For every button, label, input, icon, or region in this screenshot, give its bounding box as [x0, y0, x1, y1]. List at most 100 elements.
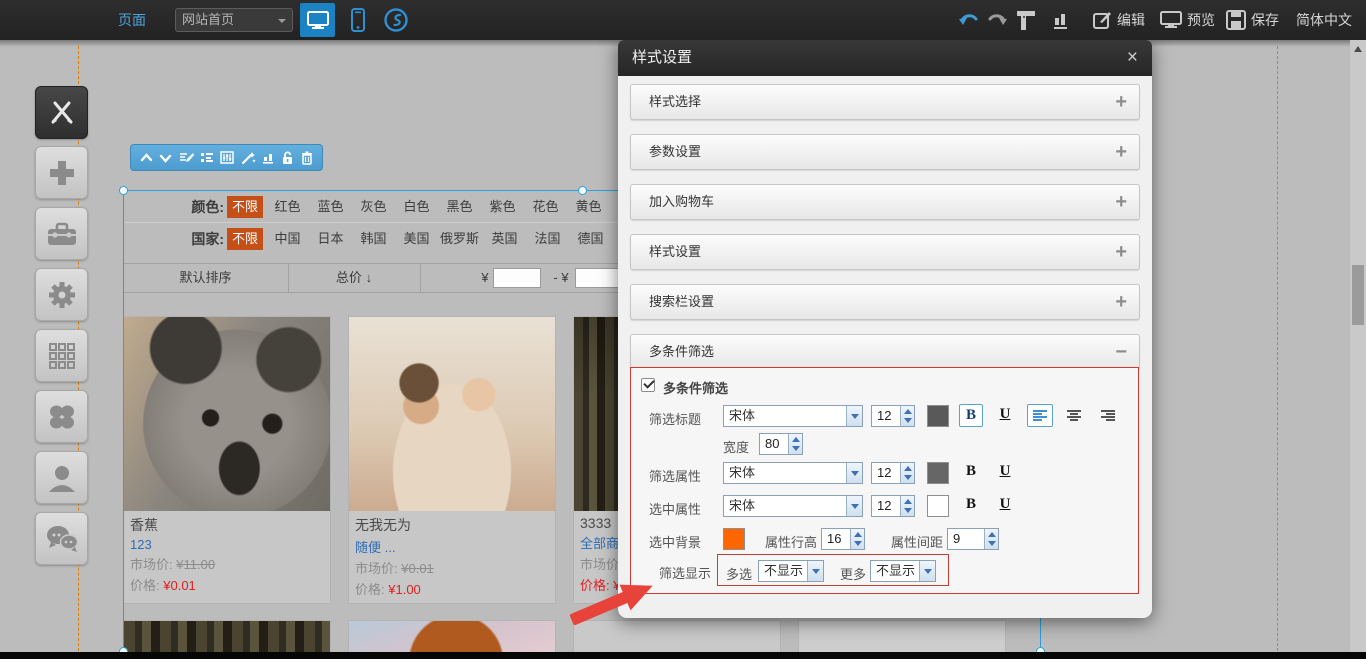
underline-button[interactable]: U: [995, 461, 1015, 484]
selection-handle-top-mid[interactable]: [578, 186, 587, 195]
magic-wand-icon[interactable]: [241, 151, 256, 165]
filter-title-font-select[interactable]: 宋体: [723, 405, 863, 427]
sidebar-item-design-tools[interactable]: [35, 86, 88, 139]
sliders-icon[interactable]: [220, 151, 234, 164]
filter-color-option[interactable]: 花色: [524, 196, 567, 218]
filter-title-size-spinner[interactable]: 12: [871, 405, 915, 427]
save-button[interactable]: 保存: [1226, 0, 1279, 40]
filter-country-option[interactable]: 中国: [266, 228, 309, 250]
close-icon[interactable]: ×: [1127, 46, 1138, 70]
section-parameters[interactable]: 参数设置 +: [630, 134, 1140, 170]
panel-header[interactable]: 样式设置 ×: [618, 40, 1152, 76]
selected-attr-font-select[interactable]: 宋体: [723, 495, 863, 517]
enable-multi-filter-checkbox[interactable]: [641, 378, 655, 392]
edit-content-icon[interactable]: [179, 151, 194, 164]
price-max-input[interactable]: [575, 268, 623, 288]
spinner-arrows-icon[interactable]: [900, 496, 914, 516]
page-select[interactable]: 网站首页: [175, 8, 293, 32]
product-name[interactable]: 无我无为: [349, 511, 555, 535]
product-card[interactable]: 香蕉 123 市场价: ¥11.00 价格: ¥0.01: [123, 316, 331, 604]
filter-country-selected[interactable]: 不限: [227, 228, 263, 250]
align-left-button-active[interactable]: [1027, 404, 1053, 427]
bold-button[interactable]: B: [959, 461, 983, 484]
chevron-down-icon[interactable]: [846, 496, 862, 516]
expand-icon[interactable]: +: [1115, 235, 1127, 269]
language-button[interactable]: 简体中文: [1296, 0, 1352, 40]
desktop-view-button[interactable]: [300, 3, 335, 37]
spinner-arrows-icon[interactable]: [900, 463, 914, 483]
selected-attr-color-swatch[interactable]: [927, 495, 949, 517]
product-card[interactable]: [798, 620, 1006, 654]
selected-attr-size-spinner[interactable]: 12: [871, 495, 915, 517]
filter-country-option[interactable]: 德国: [569, 228, 612, 250]
filter-country-option[interactable]: 日本: [309, 228, 352, 250]
section-search-bar[interactable]: 搜索栏设置 +: [630, 284, 1140, 320]
preview-button[interactable]: 预览: [1160, 0, 1215, 40]
chevron-down-icon[interactable]: [807, 561, 823, 581]
align-right-button[interactable]: [1095, 404, 1121, 427]
align-center-button[interactable]: [1061, 404, 1087, 427]
sort-default-tab[interactable]: 默认排序: [123, 264, 288, 292]
filter-color-option[interactable]: 蓝色: [309, 196, 352, 218]
sidebar-item-settings[interactable]: [35, 268, 88, 321]
mobile-view-button[interactable]: [340, 3, 375, 37]
product-category-link[interactable]: 随便 ...: [349, 535, 555, 556]
filter-color-option[interactable]: 黑色: [438, 196, 481, 218]
list-settings-icon[interactable]: [200, 152, 214, 164]
product-card[interactable]: [123, 620, 331, 654]
section-style-settings[interactable]: 样式设置 +: [630, 234, 1140, 270]
product-category-link[interactable]: 123: [124, 535, 330, 552]
section-add-to-cart[interactable]: 加入购物车 +: [630, 184, 1140, 220]
filter-attr-color-swatch[interactable]: [927, 462, 949, 484]
chevron-down-icon[interactable]: [919, 561, 935, 581]
sidebar-item-add-module[interactable]: [35, 146, 88, 199]
product-name[interactable]: 香蕉: [124, 511, 330, 535]
undo-button[interactable]: [958, 0, 980, 40]
lock-icon[interactable]: [281, 151, 294, 165]
section-style-select[interactable]: 样式选择 +: [630, 84, 1140, 120]
filter-country-option[interactable]: 英国: [483, 228, 526, 250]
sidebar-item-member[interactable]: [35, 451, 88, 504]
bold-button[interactable]: B: [959, 494, 983, 517]
page-scrollbar[interactable]: [1350, 40, 1366, 659]
filter-color-option[interactable]: 灰色: [352, 196, 395, 218]
spinner-arrows-icon[interactable]: [900, 406, 914, 426]
underline-button[interactable]: U: [995, 404, 1015, 427]
filter-color-option[interactable]: 红色: [266, 196, 309, 218]
expand-icon[interactable]: +: [1115, 85, 1127, 119]
redo-button[interactable]: [986, 0, 1008, 40]
width-spinner[interactable]: 80: [759, 433, 803, 455]
more-dropdown[interactable]: 不显示: [870, 560, 936, 582]
filter-color-selected[interactable]: 不限: [227, 196, 263, 218]
sidebar-item-modules-grid[interactable]: [35, 329, 88, 382]
trash-icon[interactable]: [301, 151, 313, 165]
edit-button[interactable]: 编辑: [1092, 0, 1145, 40]
attr-line-height-spinner[interactable]: 16: [821, 528, 865, 550]
collapse-icon[interactable]: −: [1115, 335, 1127, 369]
chevron-down-icon[interactable]: [846, 463, 862, 483]
selected-bg-color-swatch[interactable]: [723, 528, 745, 550]
move-up-icon[interactable]: [140, 152, 153, 164]
stats-icon[interactable]: [262, 151, 275, 164]
spinner-arrows-icon[interactable]: [984, 529, 998, 549]
bold-button-active[interactable]: B: [959, 404, 983, 427]
ruler-button[interactable]: [1016, 0, 1036, 40]
sidebar-item-components[interactable]: [35, 390, 88, 443]
spinner-arrows-icon[interactable]: [788, 434, 802, 454]
expand-icon[interactable]: +: [1115, 185, 1127, 219]
section-multi-filter[interactable]: 多条件筛选 −: [630, 334, 1140, 370]
chevron-down-icon[interactable]: [846, 406, 862, 426]
sort-total-tab[interactable]: 总价 ↓: [288, 264, 420, 292]
expand-icon[interactable]: +: [1115, 285, 1127, 319]
filter-country-option[interactable]: 法国: [526, 228, 569, 250]
stats-button[interactable]: [1052, 0, 1070, 40]
filter-color-option[interactable]: 紫色: [481, 196, 524, 218]
sidebar-item-toolbox[interactable]: [35, 207, 88, 260]
underline-button[interactable]: U: [995, 494, 1015, 517]
spinner-arrows-icon[interactable]: [850, 529, 864, 549]
product-card[interactable]: [348, 620, 556, 654]
attr-spacing-spinner[interactable]: 9: [947, 528, 999, 550]
multi-select-dropdown[interactable]: 不显示: [758, 560, 824, 582]
price-min-input[interactable]: [493, 268, 541, 288]
filter-color-option[interactable]: 白色: [395, 196, 438, 218]
